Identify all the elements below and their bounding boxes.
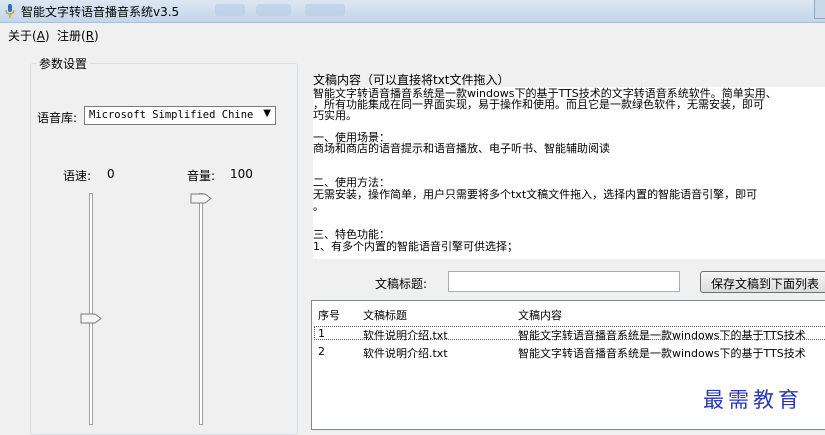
table-row-index[interactable]: 2 — [318, 345, 325, 358]
title-blur — [256, 4, 291, 16]
column-header-title[interactable]: 文稿标题 — [363, 307, 407, 323]
voice-select-value: Microsoft Simplified Chine — [89, 109, 254, 121]
volume-slider-track[interactable] — [199, 193, 203, 425]
content-line: 。 — [313, 200, 324, 213]
params-group-title: 参数设置 — [36, 55, 91, 72]
voice-label: 语音库: — [37, 111, 78, 125]
table-row-title[interactable]: 软件说明介绍.txt — [363, 345, 448, 361]
speed-slider-track[interactable] — [89, 193, 93, 425]
content-line: 无需安装，操作简单，用户只需要将多个txt文稿文件拖入，选择内置的智能语音引擎，… — [313, 188, 758, 201]
column-header-index[interactable]: 序号 — [318, 307, 340, 323]
save-to-list-button[interactable]: 保存文稿到下面列表 — [700, 271, 825, 293]
speed-label: 语速: — [63, 169, 92, 183]
content-line: 1、有多个内置的智能语音引擎可供选择； — [313, 240, 518, 253]
volume-value: 100 — [230, 167, 253, 181]
volume-label: 音量: — [187, 169, 216, 183]
column-header-content[interactable]: 文稿内容 — [518, 307, 562, 323]
content-line: 巧实用。 — [313, 109, 357, 122]
close-button[interactable] — [814, 0, 825, 19]
content-line: ，所有功能集成在同一界面实现，易于操作和使用。而且它是一款绿色软件，无需安装，即… — [313, 98, 764, 111]
table-row-index[interactable]: 1 — [318, 327, 325, 340]
microphone-icon — [5, 4, 15, 18]
table-row-title[interactable]: 软件说明介绍.txt — [363, 327, 448, 343]
menu-bar: 关于(A) 注册(R) — [0, 23, 825, 45]
speed-value: 0 — [107, 167, 115, 181]
content-line: 商场和商店的语音提示和语音播放、电子听书、智能辅助阅读 — [313, 142, 610, 155]
dropdown-arrow-icon[interactable]: ▼ — [263, 108, 271, 119]
menu-about[interactable]: 关于(A) — [8, 27, 50, 44]
doc-title-label: 文稿标题: — [375, 277, 428, 291]
table-row-content[interactable]: 智能文字转语音播音系统是一款windows下的基于TTS技术 — [518, 327, 806, 343]
table-row-content[interactable]: 智能文字转语音播音系统是一款windows下的基于TTS技术 — [518, 345, 806, 361]
doc-title-input[interactable] — [448, 271, 680, 292]
content-textarea[interactable]: 智能文字转语音播音系统是一款windows下的基于TTS技术的文字转语音系统软件… — [313, 87, 825, 259]
watermark-text: 最需教育 — [703, 388, 803, 412]
menu-register[interactable]: 注册(R) — [57, 27, 99, 44]
window-title: 智能文字转语音播音系统v3.5 — [21, 5, 180, 19]
title-bar: 智能文字转语音播音系统v3.5 — [0, 0, 825, 23]
voice-select[interactable]: Microsoft Simplified Chine ▼ — [84, 106, 276, 125]
content-group-label: 文稿内容（可以直接将txt文件拖入） — [313, 73, 510, 87]
title-blur — [305, 4, 345, 16]
speed-slider-thumb[interactable] — [80, 313, 102, 324]
title-blur — [215, 4, 245, 16]
volume-slider-thumb[interactable] — [190, 193, 212, 204]
